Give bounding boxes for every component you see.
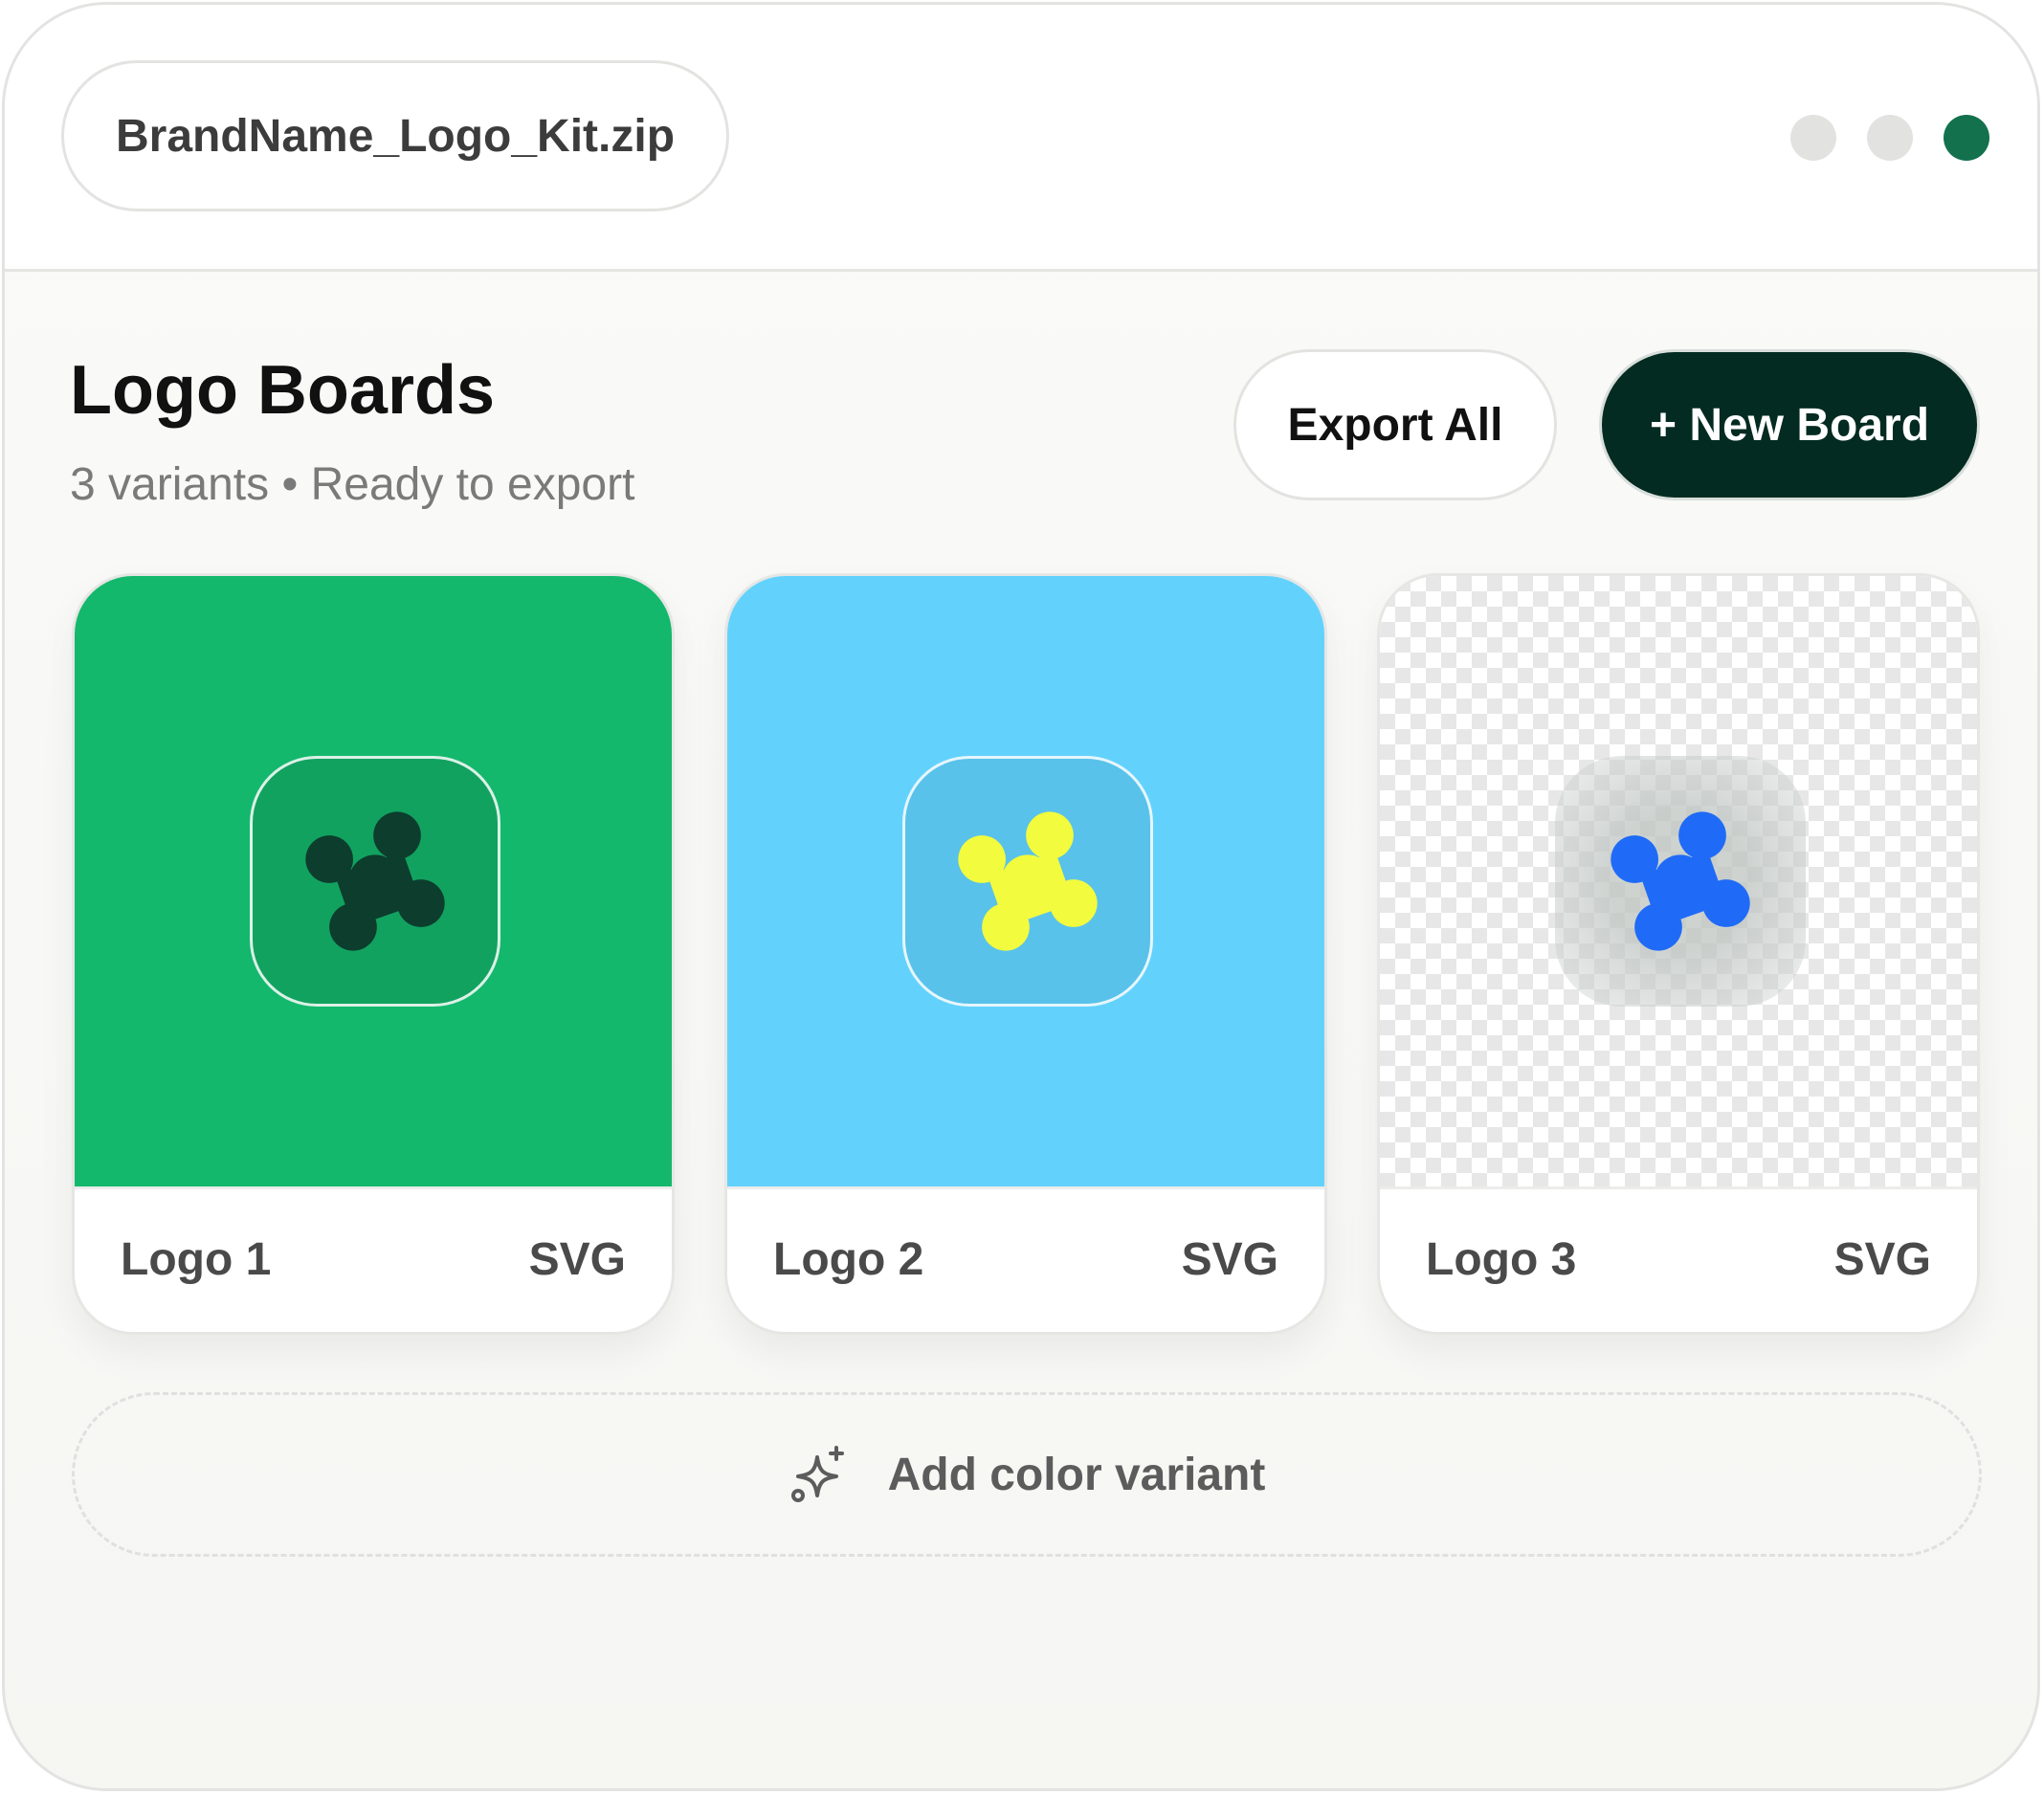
card-footer: Logo 2 SVG — [727, 1186, 1324, 1332]
logo-board-card[interactable]: Logo 1 SVG — [72, 573, 675, 1335]
window-dot-1[interactable] — [1790, 115, 1836, 161]
file-name: BrandName_Logo_Kit.zip — [115, 110, 676, 162]
logo-tile — [902, 756, 1153, 1007]
add-color-variant-button[interactable]: Add color variant — [72, 1392, 1982, 1557]
board-format: SVG — [1833, 1234, 1931, 1285]
logo-preview — [727, 576, 1324, 1186]
page-title: Logo Boards — [70, 352, 495, 429]
file-name-pill[interactable]: BrandName_Logo_Kit.zip — [61, 60, 729, 211]
logo-board-card[interactable]: Logo 2 SVG — [724, 573, 1327, 1335]
board-format: SVG — [1181, 1234, 1278, 1285]
new-board-button[interactable]: + New Board — [1599, 349, 1980, 500]
sparkle-icon — [790, 1446, 844, 1502]
window-dot-3[interactable] — [1944, 115, 1989, 161]
card-footer: Logo 1 SVG — [75, 1186, 672, 1332]
app-window: BrandName_Logo_Kit.zip Logo Boards 3 var… — [2, 2, 2040, 1791]
window-dot-2[interactable] — [1867, 115, 1913, 161]
board-name: Logo 3 — [1426, 1234, 1577, 1285]
logo-preview — [75, 576, 672, 1186]
new-board-label: + New Board — [1649, 399, 1930, 451]
logo-tile — [1555, 756, 1806, 1007]
board-name: Logo 2 — [773, 1234, 924, 1285]
page-subtitle: 3 variants • Ready to export — [70, 459, 635, 510]
logo-mark-icon — [305, 811, 445, 951]
logo-preview-transparent — [1380, 576, 1977, 1186]
export-all-button[interactable]: Export All — [1233, 349, 1557, 500]
logo-board-card[interactable]: Logo 3 SVG — [1377, 573, 1980, 1335]
export-all-label: Export All — [1287, 399, 1503, 451]
logo-mark-icon — [958, 811, 1098, 951]
board-format: SVG — [528, 1234, 626, 1285]
card-footer: Logo 3 SVG — [1380, 1186, 1977, 1332]
logo-tile — [250, 756, 500, 1007]
add-color-variant-label: Add color variant — [887, 1449, 1266, 1500]
title-bar: BrandName_Logo_Kit.zip — [5, 5, 2037, 272]
board-name: Logo 1 — [121, 1234, 272, 1285]
logo-mark-icon — [1611, 811, 1750, 951]
